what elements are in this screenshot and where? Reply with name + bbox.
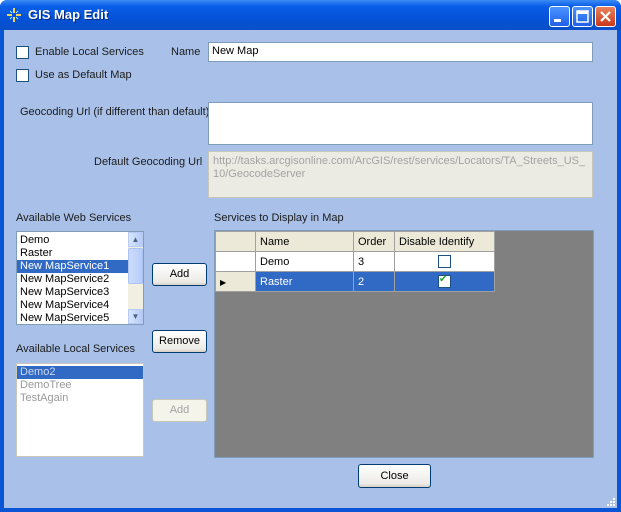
available-local-services-list: Demo2 DemoTree TestAgain <box>16 363 144 457</box>
cell-disable-identify <box>394 251 495 272</box>
grid-corner-header <box>215 231 256 252</box>
services-to-display-label: Services to Display in Map <box>214 212 344 224</box>
geocoding-url-label: Geocoding Url (if different than default… <box>20 106 210 118</box>
grid-header-row: Name Order Disable Identify <box>215 231 495 252</box>
maximize-button[interactable] <box>572 6 593 27</box>
default-geocoding-url-label: Default Geocoding Url <box>94 156 203 168</box>
gis-app-icon <box>7 8 21 22</box>
default-geocoding-url-field: http://tasks.arcgisonline.com/ArcGIS/res… <box>208 151 593 198</box>
maximize-icon <box>576 10 589 23</box>
web-service-list-item[interactable]: New MapService2 <box>17 273 143 286</box>
cell-name[interactable]: Raster <box>255 271 354 292</box>
web-service-list-item[interactable]: Raster <box>17 247 143 260</box>
name-label: Name <box>171 46 201 58</box>
web-service-list-item[interactable]: New MapService5 <box>17 312 143 324</box>
current-row-arrow-icon: ▶ <box>220 277 227 287</box>
web-services-scrollbar[interactable]: ▲ ▼ <box>128 232 143 324</box>
cell-order[interactable]: 3 <box>353 251 395 272</box>
row-header[interactable]: ▶ <box>215 271 256 292</box>
row-header[interactable] <box>215 251 256 272</box>
close-window-button[interactable] <box>595 6 616 27</box>
scroll-thumb[interactable] <box>128 248 143 284</box>
disable-identify-checkbox[interactable] <box>438 255 451 268</box>
gis-map-edit-window: GIS Map Edit Enable Local Services Use a… <box>0 0 621 512</box>
resize-grip-icon[interactable] <box>605 496 615 506</box>
disable-identify-checkbox[interactable] <box>438 274 451 288</box>
cell-name[interactable]: Demo <box>255 251 354 272</box>
minimize-icon <box>554 19 561 22</box>
local-service-list-item[interactable]: TestAgain <box>17 392 143 405</box>
close-icon <box>600 11 611 22</box>
available-local-services-label: Available Local Services <box>16 343 136 355</box>
available-web-services-label: Available Web Services <box>16 212 132 224</box>
enable-local-services-checkbox[interactable] <box>16 46 29 59</box>
web-service-list-item[interactable]: New MapService3 <box>17 286 143 299</box>
minimize-button[interactable] <box>549 6 570 27</box>
column-header-order[interactable]: Order <box>353 231 395 252</box>
web-service-list-item[interactable]: Demo <box>17 234 143 247</box>
title-bar[interactable]: GIS Map Edit <box>0 0 621 30</box>
column-header-disable-identify[interactable]: Disable Identify <box>394 231 495 252</box>
scroll-down-icon[interactable]: ▼ <box>128 309 143 324</box>
services-table: Name Order Disable Identify Demo 3 ▶ Raster… <box>215 231 495 292</box>
scroll-up-icon[interactable]: ▲ <box>128 232 143 247</box>
grid-row[interactable]: ▶ Raster 2 <box>215 271 495 292</box>
local-service-list-item[interactable]: Demo2 <box>17 366 143 379</box>
web-service-list-item[interactable]: New MapService1 <box>17 260 143 273</box>
dialog-body: Enable Local Services Use as Default Map… <box>4 30 617 508</box>
add-local-service-button: Add <box>152 399 207 422</box>
use-as-default-map-checkbox[interactable] <box>16 69 29 82</box>
add-web-service-button[interactable]: Add <box>152 263 207 286</box>
column-header-name[interactable]: Name <box>255 231 354 252</box>
grid-row[interactable]: Demo 3 <box>215 251 495 272</box>
geocoding-url-input[interactable] <box>208 102 593 145</box>
cell-order[interactable]: 2 <box>353 271 395 292</box>
available-web-services-list[interactable]: Demo Raster New MapService1 New MapService2… <box>16 231 144 325</box>
name-input[interactable]: New Map <box>208 42 593 62</box>
services-to-display-grid[interactable]: Name Order Disable Identify Demo 3 ▶ Raster… <box>214 230 594 458</box>
web-service-list-item[interactable]: New MapService4 <box>17 299 143 312</box>
close-button[interactable]: Close <box>358 464 431 488</box>
enable-local-services-label[interactable]: Enable Local Services <box>35 46 144 58</box>
local-service-list-item[interactable]: DemoTree <box>17 379 143 392</box>
remove-service-button[interactable]: Remove <box>152 330 207 353</box>
cell-disable-identify <box>394 271 495 292</box>
window-title: GIS Map Edit <box>28 7 109 22</box>
use-as-default-map-label[interactable]: Use as Default Map <box>35 69 132 81</box>
